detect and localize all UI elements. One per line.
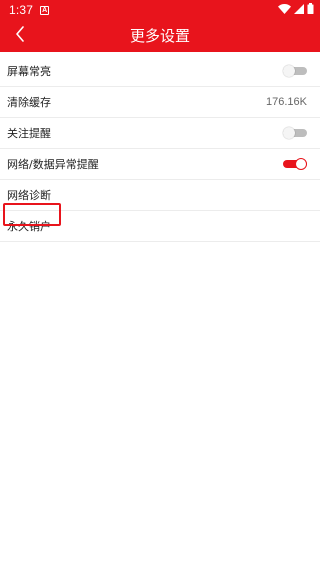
status-bar: 1:37 A xyxy=(0,0,320,20)
chevron-left-icon xyxy=(15,26,25,46)
toggle-knob xyxy=(295,158,307,170)
setting-row-screen-on[interactable]: 屏幕常亮 xyxy=(0,56,320,87)
setting-label: 网络/数据异常提醒 xyxy=(7,158,99,171)
back-button[interactable] xyxy=(6,20,34,52)
screen-on-toggle[interactable] xyxy=(283,65,307,77)
battery-icon xyxy=(307,3,314,17)
page-title: 更多设置 xyxy=(129,27,190,45)
signal-icon xyxy=(294,3,304,17)
notification-badge: A xyxy=(40,5,50,15)
setting-label: 网络诊断 xyxy=(7,189,51,202)
toggle-knob xyxy=(283,127,295,139)
setting-row-network-diagnosis[interactable]: 网络诊断 xyxy=(0,180,320,211)
toggle-knob xyxy=(283,65,295,77)
status-time: 1:37 xyxy=(9,3,34,17)
setting-row-delete-account[interactable]: 永久销户 xyxy=(0,211,320,242)
wifi-icon xyxy=(278,3,291,17)
setting-label: 屏幕常亮 xyxy=(7,65,51,78)
follow-reminder-toggle[interactable] xyxy=(283,127,307,139)
setting-label: 关注提醒 xyxy=(7,127,51,140)
setting-row-network-alert[interactable]: 网络/数据异常提醒 xyxy=(0,149,320,180)
cache-size-value: 176.16K xyxy=(266,96,307,108)
nav-bar: 更多设置 xyxy=(0,20,320,52)
setting-row-follow-reminder[interactable]: 关注提醒 xyxy=(0,118,320,149)
setting-label: 永久销户 xyxy=(7,220,51,233)
status-icons xyxy=(278,3,314,17)
setting-label: 清除缓存 xyxy=(7,96,51,109)
setting-row-clear-cache[interactable]: 清除缓存 176.16K xyxy=(0,87,320,118)
settings-list: 屏幕常亮 清除缓存 176.16K 关注提醒 网络/数据异常提醒 网络诊断 永久… xyxy=(0,56,320,242)
network-alert-toggle[interactable] xyxy=(283,158,307,170)
